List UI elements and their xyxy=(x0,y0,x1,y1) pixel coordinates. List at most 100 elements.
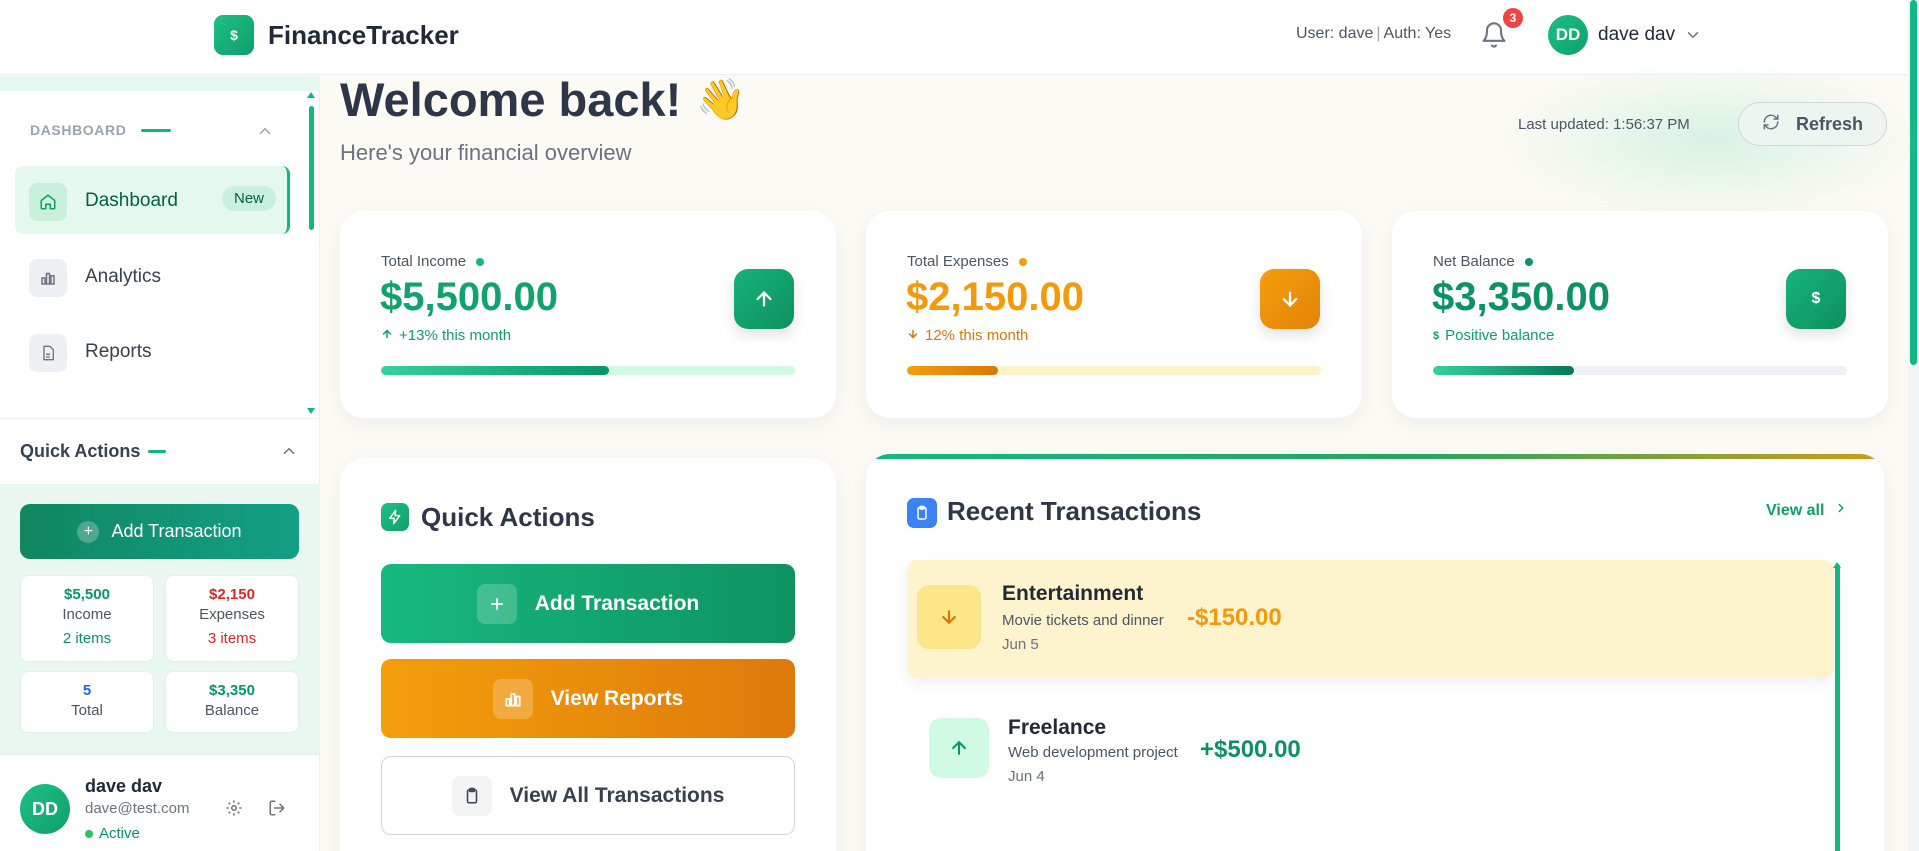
card-label-text: Net Balance xyxy=(1433,253,1515,270)
card-trend: $ Positive balance xyxy=(1433,327,1554,344)
page-title: Welcome back! xyxy=(340,73,682,126)
refresh-button[interactable]: Refresh xyxy=(1738,102,1887,146)
sidebar-income-stat[interactable]: $5,500 Income 2 items xyxy=(20,575,154,662)
card-label-text: Total Income xyxy=(381,253,467,270)
page-subtitle: Here's your financial overview xyxy=(340,140,632,165)
button-label: View Reports xyxy=(550,686,684,710)
transaction-date: Jun 4 xyxy=(1008,768,1045,785)
stat-sub: 2 items xyxy=(62,630,112,647)
notification-bell-icon[interactable] xyxy=(1480,20,1508,50)
sidebar-scroll-down-arrow[interactable] xyxy=(307,408,315,414)
plus-icon xyxy=(476,583,517,624)
view-all-link[interactable]: View all xyxy=(1766,501,1848,520)
sidebar-item-analytics[interactable]: Analytics xyxy=(15,242,290,310)
profile-name: dave dav xyxy=(85,776,163,796)
transaction-row[interactable]: Entertainment Movie tickets and dinner -… xyxy=(907,560,1834,678)
progress-fill xyxy=(907,366,999,375)
refresh-icon xyxy=(1762,113,1780,136)
stat-label: Balance xyxy=(204,702,260,719)
section-accent-line xyxy=(148,450,166,453)
auth-status-text: Auth: Yes xyxy=(1383,25,1452,42)
profile-status: Active xyxy=(85,825,140,842)
transaction-date: Jun 5 xyxy=(1002,636,1039,653)
logo-icon[interactable]: $ xyxy=(214,15,254,55)
divider xyxy=(0,754,320,755)
stat-label: Income xyxy=(62,606,112,623)
net-balance-card[interactable]: Net Balance $3,350.00 $ Positive balance… xyxy=(1392,211,1888,418)
card-accent-bar xyxy=(866,454,1884,459)
chevron-up-icon[interactable] xyxy=(280,442,298,465)
button-label: Add Transaction xyxy=(534,591,700,615)
sidebar-scrollbar-thumb[interactable] xyxy=(309,106,314,230)
button-label: Add Transaction xyxy=(111,521,242,541)
view-all-transactions-button[interactable]: View All Transactions xyxy=(381,756,795,835)
header-avatar[interactable]: DD xyxy=(1548,15,1588,55)
header-user-name[interactable]: dave dav xyxy=(1598,24,1675,46)
card-label: Net Balance xyxy=(1433,253,1533,270)
card-trend-text: +13% this month xyxy=(399,327,512,344)
profile-avatar[interactable]: DD xyxy=(20,784,70,834)
card-trend-text: 12% this month xyxy=(925,327,1029,344)
status-dot-icon xyxy=(1018,257,1027,266)
logout-icon[interactable] xyxy=(268,799,286,822)
sidebar-item-label: Reports xyxy=(85,341,152,362)
arrow-up-icon xyxy=(734,269,794,329)
status-dot-icon xyxy=(85,829,93,838)
gear-icon[interactable] xyxy=(225,799,243,822)
total-expenses-card[interactable]: Total Expenses $2,150.00 12% this month xyxy=(866,211,1362,418)
sidebar-add-transaction-button[interactable]: + Add Transaction xyxy=(20,504,299,559)
sidebar-top-strip xyxy=(0,76,320,91)
divider xyxy=(0,418,320,419)
chevron-right-icon xyxy=(1834,501,1848,520)
status-text: Active xyxy=(99,825,140,842)
list-scrollbar-thumb[interactable] xyxy=(1835,564,1840,851)
sidebar-section-title: DASHBOARD xyxy=(30,122,127,138)
stat-value: $2,150 xyxy=(209,586,255,603)
arrow-down-icon xyxy=(1260,269,1320,329)
sidebar-scroll-up-arrow[interactable] xyxy=(307,92,315,98)
sidebar-item-label: Dashboard xyxy=(85,190,178,211)
wave-icon: 👋 xyxy=(696,78,746,122)
view-reports-button[interactable]: View Reports xyxy=(381,659,795,738)
sidebar-expenses-stat[interactable]: $2,150 Expenses 3 items xyxy=(165,575,299,662)
card-value: $3,350.00 xyxy=(1432,275,1610,319)
card-label-text: Total Expenses xyxy=(907,253,1009,270)
sidebar-quick-actions-title: Quick Actions xyxy=(20,441,141,461)
user-status-text: User: dave xyxy=(1296,25,1374,42)
chevron-down-icon[interactable] xyxy=(1684,26,1702,49)
transaction-amount: -$150.00 xyxy=(1187,604,1282,631)
sidebar-item-reports[interactable]: Reports xyxy=(15,317,290,385)
bar-chart-icon xyxy=(29,259,67,297)
transaction-name: Freelance xyxy=(1008,716,1107,739)
lightning-icon xyxy=(381,503,409,531)
notification-badge: 3 xyxy=(1503,8,1523,28)
sidebar-item-dashboard[interactable]: Dashboard New xyxy=(15,166,290,234)
progress-fill xyxy=(381,366,609,375)
total-income-card[interactable]: Total Income $5,500.00 +13% this month xyxy=(340,211,836,418)
arrow-up-icon xyxy=(929,718,989,778)
card-label: Total Income xyxy=(381,253,485,270)
dollar-icon: $ xyxy=(1433,329,1440,342)
stat-label: Total xyxy=(71,702,103,719)
recent-transactions-card: Recent Transactions View all Entertainme… xyxy=(866,454,1884,851)
last-updated-text: Last updated: 1:56:37 PM xyxy=(1518,116,1690,133)
button-label: Refresh xyxy=(1795,113,1864,134)
user-auth-status: User: dave | Auth: Yes xyxy=(1296,25,1452,42)
status-dot-icon xyxy=(1524,257,1533,266)
recent-transactions-title: Recent Transactions xyxy=(947,496,1202,526)
transaction-name: Entertainment xyxy=(1002,582,1144,605)
chevron-up-icon[interactable] xyxy=(256,122,274,145)
add-transaction-button[interactable]: Add Transaction xyxy=(381,564,795,643)
sidebar-balance-stat[interactable]: $3,350 Balance xyxy=(165,671,299,733)
home-icon xyxy=(29,183,67,221)
dollar-icon: $ xyxy=(1786,269,1846,329)
stat-sub: 3 items xyxy=(207,630,257,647)
transaction-amount: +$500.00 xyxy=(1200,736,1301,763)
sidebar-total-stat[interactable]: 5 Total xyxy=(20,671,154,733)
transaction-row[interactable]: Freelance Web development project +$500.… xyxy=(907,692,1834,810)
card-trend-text: Positive balance xyxy=(1445,327,1555,344)
button-label: View All Transactions xyxy=(509,783,725,807)
arrow-up-icon xyxy=(381,327,393,344)
card-value: $2,150.00 xyxy=(906,275,1084,319)
app-title[interactable]: FinanceTracker xyxy=(268,20,459,51)
